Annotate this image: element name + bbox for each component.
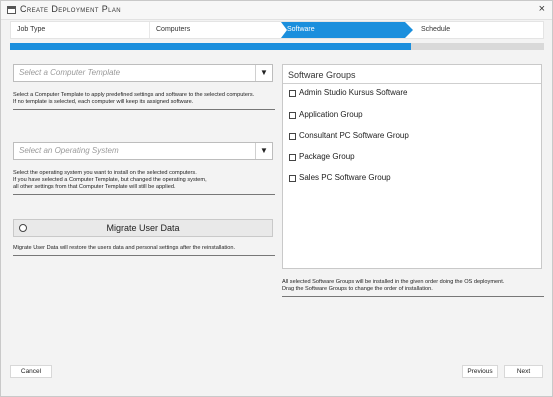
deployment-plan-window: Create Deployment Plan × Job Type Comput…: [0, 0, 553, 397]
window-icon: [7, 6, 16, 14]
chevron-down-icon[interactable]: ▼: [255, 65, 272, 81]
help-text: Drag the Software Groups to change the o…: [282, 286, 433, 292]
migrate-user-data-label: Migrate User Data: [106, 223, 180, 233]
computer-template-help: Select a Computer Template to apply pred…: [13, 92, 275, 110]
software-group-label: Package Group: [299, 152, 355, 161]
software-group-label: Sales PC Software Group: [299, 173, 391, 182]
close-icon[interactable]: ×: [539, 3, 545, 15]
wizard-steps: Job Type Computers Software Schedule: [10, 21, 544, 39]
software-groups-panel: Software Groups Admin Studio Kursus Soft…: [282, 64, 542, 269]
operating-system-select[interactable]: Select an Operating System ▼: [13, 142, 273, 160]
progress-fill: [10, 43, 411, 50]
operating-system-help: Select the operating system you want to …: [13, 170, 275, 195]
operating-system-placeholder: Select an Operating System: [19, 146, 119, 155]
help-text: Migrate User Data will restore the users…: [13, 245, 235, 251]
help-text: If you have selected a Computer Template…: [13, 177, 207, 183]
step-job-type[interactable]: Job Type: [11, 22, 149, 38]
help-text: All selected Software Groups will be ins…: [282, 279, 505, 285]
software-group-label: Consultant PC Software Group: [299, 131, 409, 140]
help-text: Select a Computer Template to apply pred…: [13, 92, 255, 98]
step-computers[interactable]: Computers: [149, 22, 281, 38]
next-button[interactable]: Next: [504, 365, 543, 378]
help-text: If no template is selected, each compute…: [13, 99, 194, 105]
window-title: Create Deployment Plan: [20, 4, 122, 14]
software-group-label: Admin Studio Kursus Software: [299, 88, 408, 97]
migrate-user-data-option[interactable]: Migrate User Data: [13, 219, 273, 237]
help-text: Select the operating system you want to …: [13, 170, 197, 176]
checkbox[interactable]: [289, 154, 296, 161]
step-software[interactable]: Software: [281, 22, 411, 38]
cancel-button[interactable]: Cancel: [10, 365, 52, 378]
help-text: all other settings from that Computer Te…: [13, 184, 176, 190]
migrate-help: Migrate User Data will restore the users…: [13, 245, 275, 256]
computer-template-select[interactable]: Select a Computer Template ▼: [13, 64, 273, 82]
previous-button[interactable]: Previous: [462, 365, 498, 378]
checkbox[interactable]: [289, 133, 296, 140]
progress-bar: [10, 43, 544, 50]
chevron-down-icon[interactable]: ▼: [255, 143, 272, 159]
checkbox[interactable]: [289, 112, 296, 119]
software-groups-title: Software Groups: [288, 70, 356, 80]
checkbox[interactable]: [289, 175, 296, 182]
step-schedule[interactable]: Schedule: [415, 22, 543, 38]
software-group-label: Application Group: [299, 110, 363, 119]
software-groups-help: All selected Software Groups will be ins…: [282, 279, 544, 297]
title-bar: Create Deployment Plan ×: [1, 1, 552, 20]
checkbox[interactable]: [289, 90, 296, 97]
divider: [283, 83, 541, 84]
computer-template-placeholder: Select a Computer Template: [19, 68, 121, 77]
